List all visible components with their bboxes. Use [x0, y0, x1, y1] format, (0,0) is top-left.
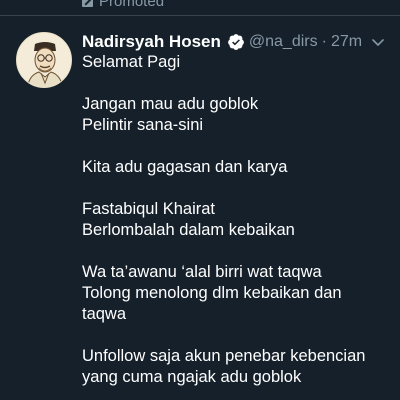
- tweet-line: taqwa: [82, 305, 127, 323]
- tweet-line: Wa ta’awanu ‘alal birri wat taqwa: [82, 263, 322, 281]
- tweet-divider: [0, 15, 400, 16]
- display-name[interactable]: Nadirsyah Hosen: [82, 32, 221, 52]
- tweet-paragraph: Kita adu gagasan dan karya: [82, 157, 394, 178]
- separator-dot: ·: [321, 33, 327, 50]
- avatar[interactable]: [16, 32, 72, 88]
- tweet-line: Pelintir sana-sini: [82, 116, 204, 134]
- tweet-paragraph: Unfollow saja akun penebar kebencian yan…: [82, 346, 394, 388]
- tweet-paragraph: Fastabiqul Khairat Berlombalah dalam keb…: [82, 199, 394, 241]
- tweet-line: Selamat Pagi: [82, 53, 181, 71]
- tweet-line: Berlombalah dalam kebaikan: [82, 221, 295, 239]
- tweet-text: Selamat Pagi Jangan mau adu goblok Pelin…: [82, 52, 394, 400]
- tweet-line: Fastabiqul Khairat: [82, 200, 215, 218]
- chevron-down-icon[interactable]: [370, 34, 386, 50]
- tweet-header: Nadirsyah Hosen @na_dirs · 27m: [82, 31, 382, 53]
- tweet-line: Tolong menolong dlm kebaikan dan: [82, 284, 342, 302]
- user-handle[interactable]: @na_dirs: [249, 33, 318, 51]
- tweet-paragraph: Wa ta’awanu ‘alal birri wat taqwa Tolong…: [82, 262, 394, 325]
- tweet-line: Unfollow saja akun penebar kebencian: [82, 347, 366, 365]
- tweet-timestamp[interactable]: 27m: [331, 33, 362, 51]
- tweet-paragraph: Jangan mau adu goblok Pelintir sana-sini: [82, 94, 394, 136]
- promoted-label: Promoted: [99, 0, 165, 10]
- tweet-paragraph: Selamat Pagi: [82, 52, 394, 73]
- tweet-line: Kita adu gagasan dan karya: [82, 158, 288, 176]
- promoted-arrow-icon: [82, 0, 93, 7]
- tweet-line: yang cuma ngajak adu goblok: [82, 368, 302, 386]
- verified-badge-icon: [227, 33, 245, 51]
- promoted-label-row: Promoted: [82, 0, 164, 10]
- tweet-line: Jangan mau adu goblok: [82, 95, 259, 113]
- avatar-portrait-icon: [17, 33, 71, 87]
- tweet-page: Promoted Nadirsyah Hosen @na_dirs · 27m …: [0, 0, 400, 400]
